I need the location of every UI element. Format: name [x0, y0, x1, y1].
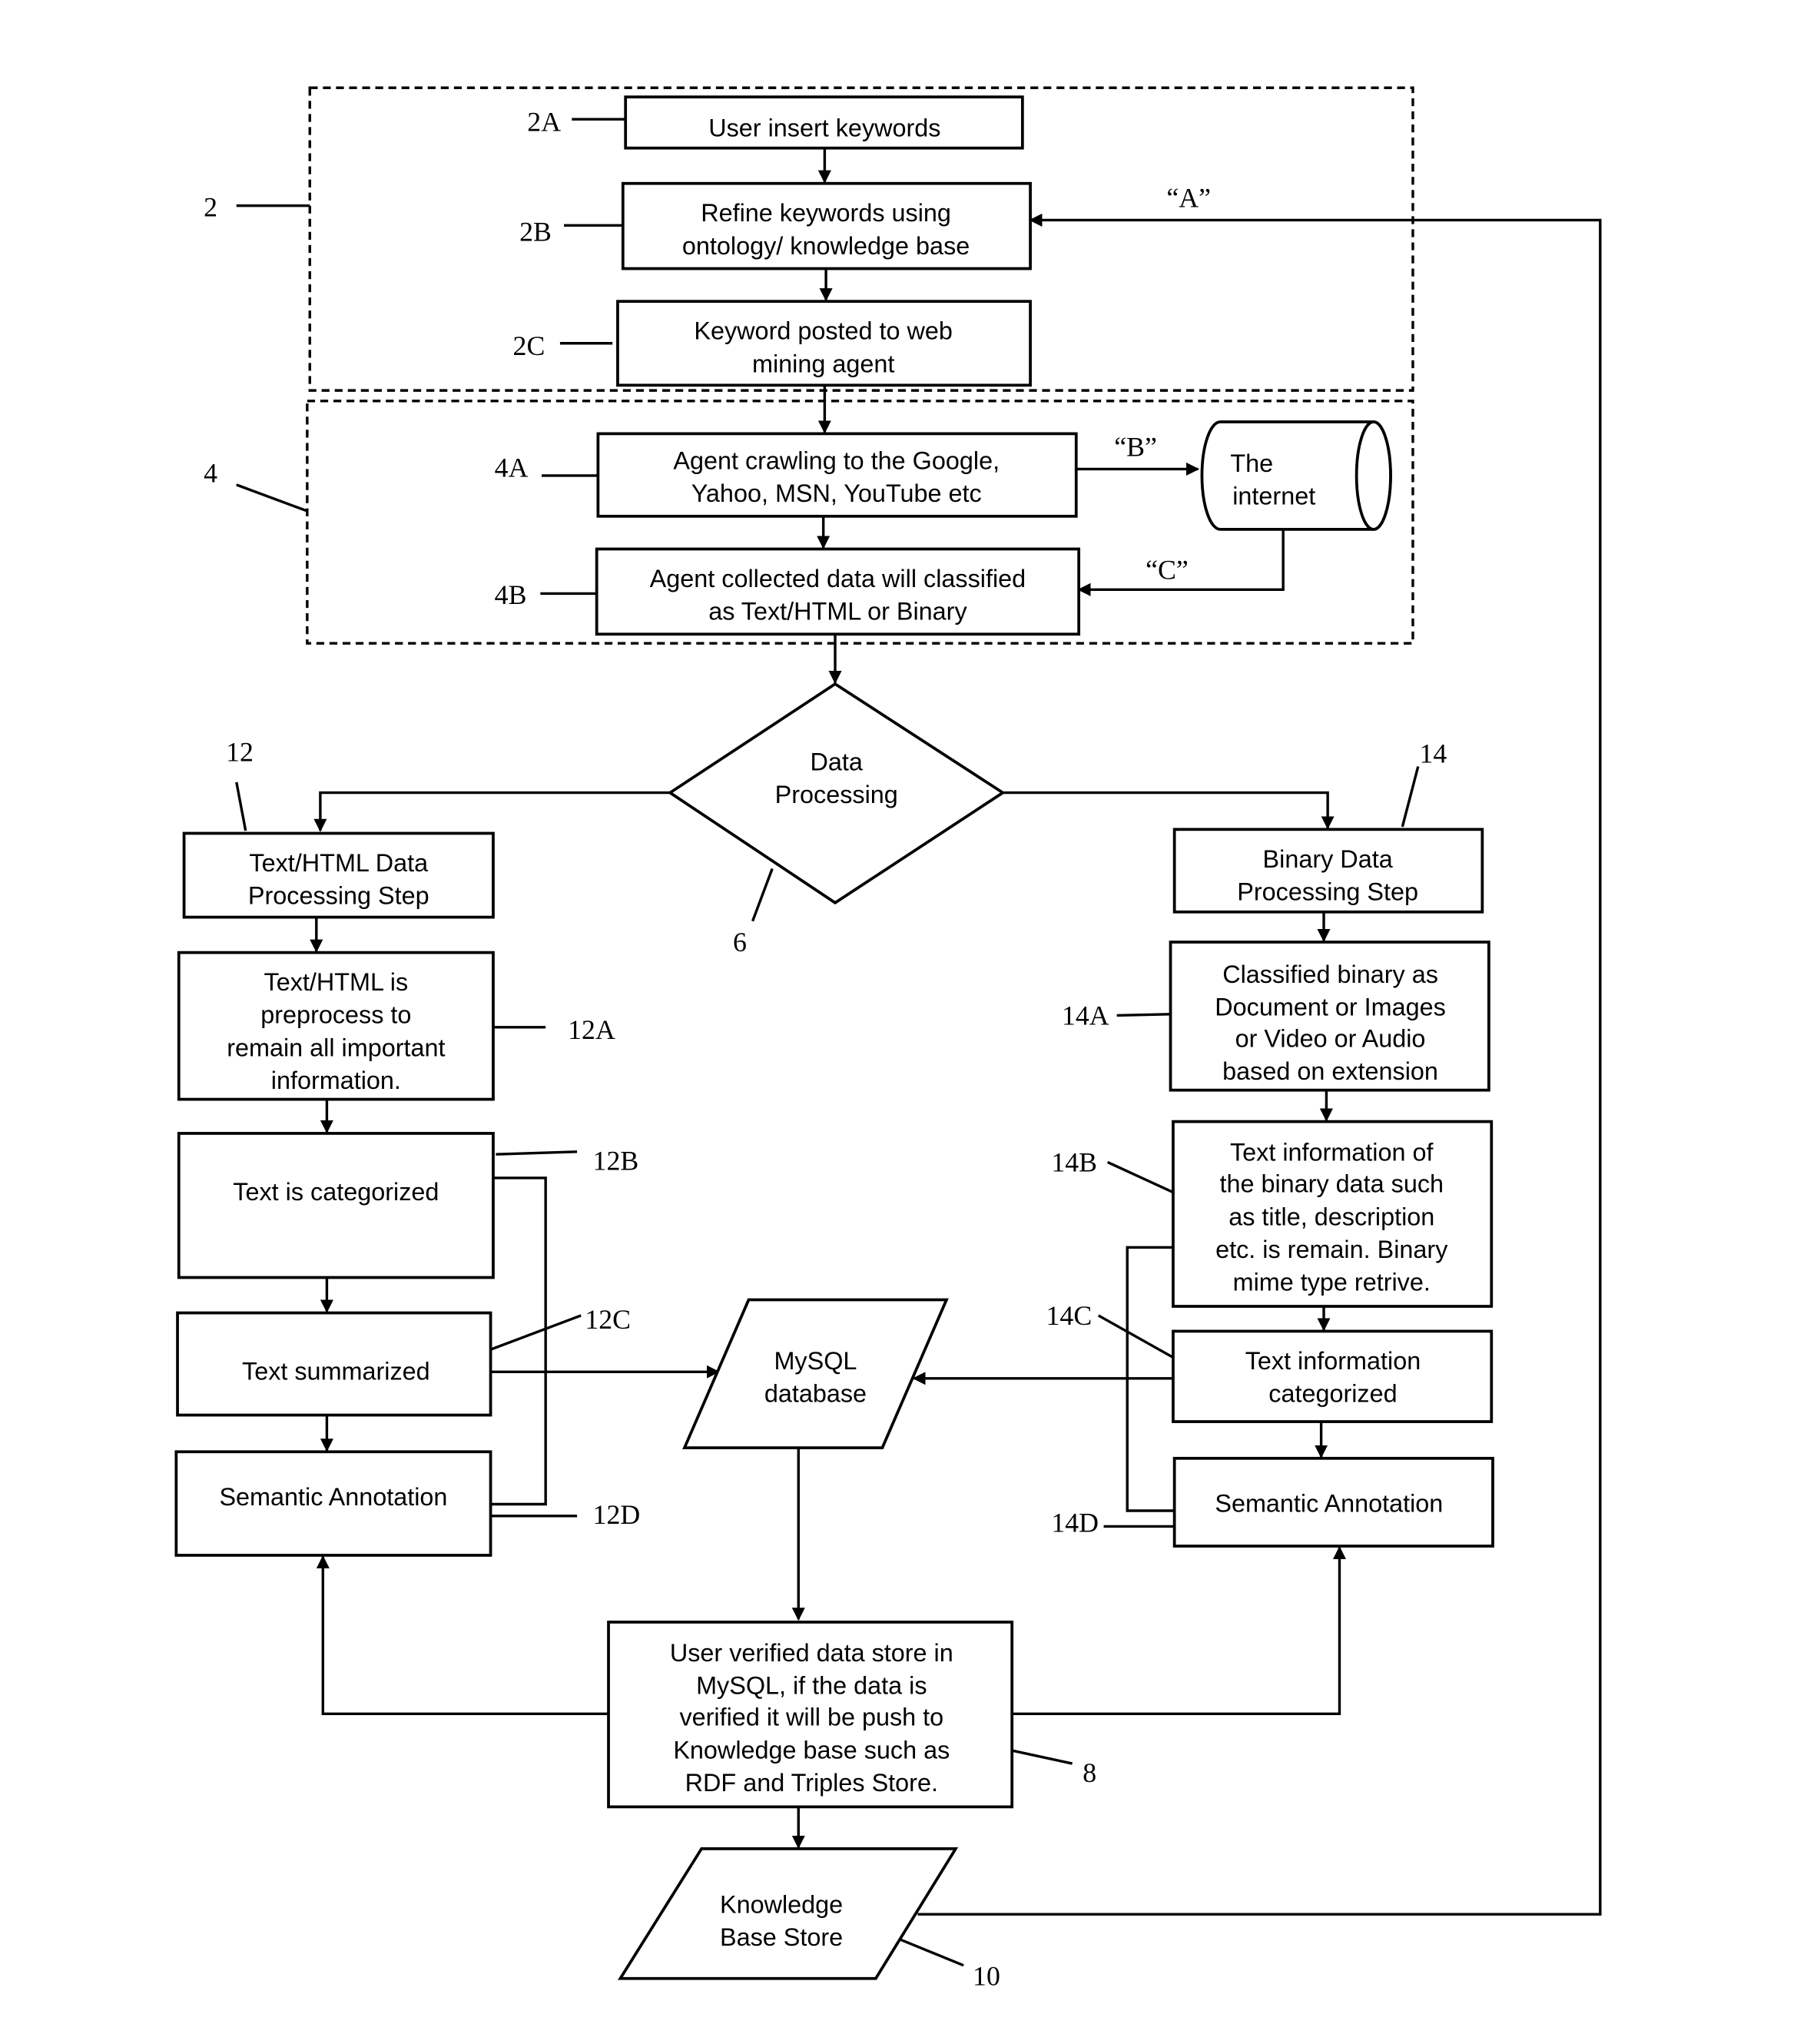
- step-text: as Text/HTML or Binary: [708, 598, 967, 625]
- step-text: the binary data such: [1219, 1170, 1444, 1198]
- step-12C: Text summarized 12C: [176, 1304, 631, 1417]
- knowledge-base-store: Knowledge Base Store 10: [617, 1847, 1000, 1991]
- step-ref: 14C: [1046, 1300, 1093, 1331]
- decision-text: Processing: [775, 781, 898, 808]
- step-text: Text/HTML is: [264, 968, 409, 996]
- step-text: Agent crawling to the Google,: [673, 446, 1000, 474]
- step-text: MySQL, if the data is: [696, 1672, 927, 1700]
- step-12: Text/HTML Data Processing Step 12: [182, 737, 495, 919]
- step-ref: 14: [1420, 738, 1447, 768]
- data-processing-decision: Data Processing 6: [667, 682, 1006, 957]
- step-14C: Text information categorized 14C: [1046, 1300, 1494, 1423]
- step-14B: Text information of the binary data such…: [1051, 1120, 1494, 1308]
- decision-text: Data: [811, 748, 863, 776]
- internet-text: internet: [1232, 482, 1315, 509]
- step-text: Text information: [1245, 1347, 1421, 1375]
- step-12B: Text is categorized 12B: [177, 1132, 639, 1279]
- step-ref: 2C: [513, 330, 545, 361]
- step-ref: 14D: [1051, 1507, 1099, 1538]
- step-text: User insert keywords: [708, 114, 940, 141]
- internet-storage: The internet: [1200, 420, 1392, 531]
- step-4A: Agent crawling to the Google, Yahoo, MSN…: [495, 432, 1078, 518]
- step-12D: Semantic Annotation 12D: [174, 1450, 641, 1557]
- arrow-to-12D: [316, 1555, 609, 1716]
- step-ref: 12: [226, 737, 254, 768]
- step-ref: 10: [973, 1960, 1000, 1991]
- step-ref: 8: [1083, 1757, 1096, 1788]
- step-text: based on extension: [1222, 1057, 1438, 1085]
- step-text: etc. is remain. Binary: [1215, 1236, 1448, 1263]
- step-ref: 14A: [1062, 1000, 1109, 1030]
- step-text: ontology/ knowledge base: [682, 232, 970, 260]
- step-ref: 12B: [593, 1146, 639, 1176]
- step-ref: 2B: [519, 217, 552, 247]
- mysql-text: database: [764, 1379, 867, 1407]
- step-text: preprocess to: [260, 1001, 411, 1029]
- arrow-to-binary: [1003, 791, 1335, 830]
- step-2A: User insert keywords 2A: [527, 95, 1024, 150]
- arrow-to-text: [313, 791, 671, 832]
- step-12A: Text/HTML is preprocess to remain all im…: [177, 951, 615, 1101]
- step-4B: Agent collected data will classified as …: [495, 547, 1081, 636]
- step-text: Binary Data: [1263, 845, 1393, 873]
- group-4-ref: 4: [204, 457, 217, 488]
- step-ref: 2A: [527, 107, 561, 138]
- step-ref: 12C: [585, 1304, 631, 1335]
- step-text: Knowledge base such as: [673, 1736, 950, 1764]
- internet-text: The: [1230, 450, 1273, 477]
- edge-label-C: “C”: [1146, 555, 1189, 586]
- step-text: Document or Images: [1215, 993, 1446, 1020]
- step-text: Text/HTML Data: [249, 849, 428, 877]
- step-text: information.: [271, 1067, 401, 1094]
- arrow-to-14D: [1012, 1546, 1347, 1716]
- step-2C: Keyword posted to web mining agent 2C: [513, 300, 1032, 387]
- ref-leader: [236, 483, 308, 513]
- step-ref: 12A: [568, 1014, 615, 1045]
- mysql-text: MySQL: [774, 1347, 857, 1375]
- step-text: categorized: [1268, 1379, 1397, 1407]
- step-text: Semantic Annotation: [1215, 1490, 1443, 1518]
- step-text: mime type retrive.: [1233, 1269, 1431, 1296]
- decision-ref: 6: [733, 927, 747, 957]
- step-text: Classified binary as: [1222, 961, 1438, 988]
- step-text: Text summarized: [242, 1358, 430, 1385]
- step-text: Processing Step: [248, 882, 429, 910]
- group-2-ref: 2: [204, 191, 217, 222]
- kb-text: Knowledge: [720, 1890, 843, 1918]
- step-text: Text information of: [1230, 1139, 1434, 1166]
- step-text: Agent collected data will classified: [650, 565, 1026, 592]
- step-14D: Semantic Annotation 14D: [1051, 1456, 1494, 1548]
- step-14A: Classified binary as Document or Images …: [1062, 941, 1490, 1092]
- mysql-database: MySQL database: [682, 1298, 949, 1450]
- step-2B: Refine keywords using ontology/ knowledg…: [519, 181, 1032, 270]
- edge-label-A: “A”: [1166, 182, 1211, 213]
- step-text: mining agent: [752, 350, 894, 377]
- step-text: as title, description: [1228, 1203, 1434, 1230]
- step-ref: 4B: [495, 579, 527, 610]
- edge-label-B: “B”: [1114, 431, 1157, 462]
- step-ref: 4A: [495, 453, 529, 483]
- step-ref: 12D: [593, 1499, 641, 1530]
- bracket-connector: [490, 1176, 547, 1506]
- flowchart: 2 4 User insert keywords 2A Refine keywo…: [174, 86, 1602, 1991]
- step-text: or Video or Audio: [1235, 1024, 1426, 1052]
- step-text: Keyword posted to web: [694, 317, 953, 345]
- step-text: remain all important: [227, 1034, 445, 1061]
- step-text: User verified data store in: [670, 1639, 953, 1667]
- kb-text: Base Store: [720, 1923, 843, 1951]
- step-text: verified it will be push to: [679, 1704, 943, 1731]
- step-ref: 14B: [1051, 1146, 1097, 1177]
- step-text: Processing Step: [1237, 878, 1418, 905]
- step-text: RDF and Triples Store.: [685, 1769, 938, 1797]
- step-text: Text is categorized: [233, 1178, 439, 1206]
- step-text: Semantic Annotation: [219, 1483, 447, 1511]
- step-text: Refine keywords using: [701, 199, 951, 227]
- step-text: Yahoo, MSN, YouTube etc: [691, 479, 982, 507]
